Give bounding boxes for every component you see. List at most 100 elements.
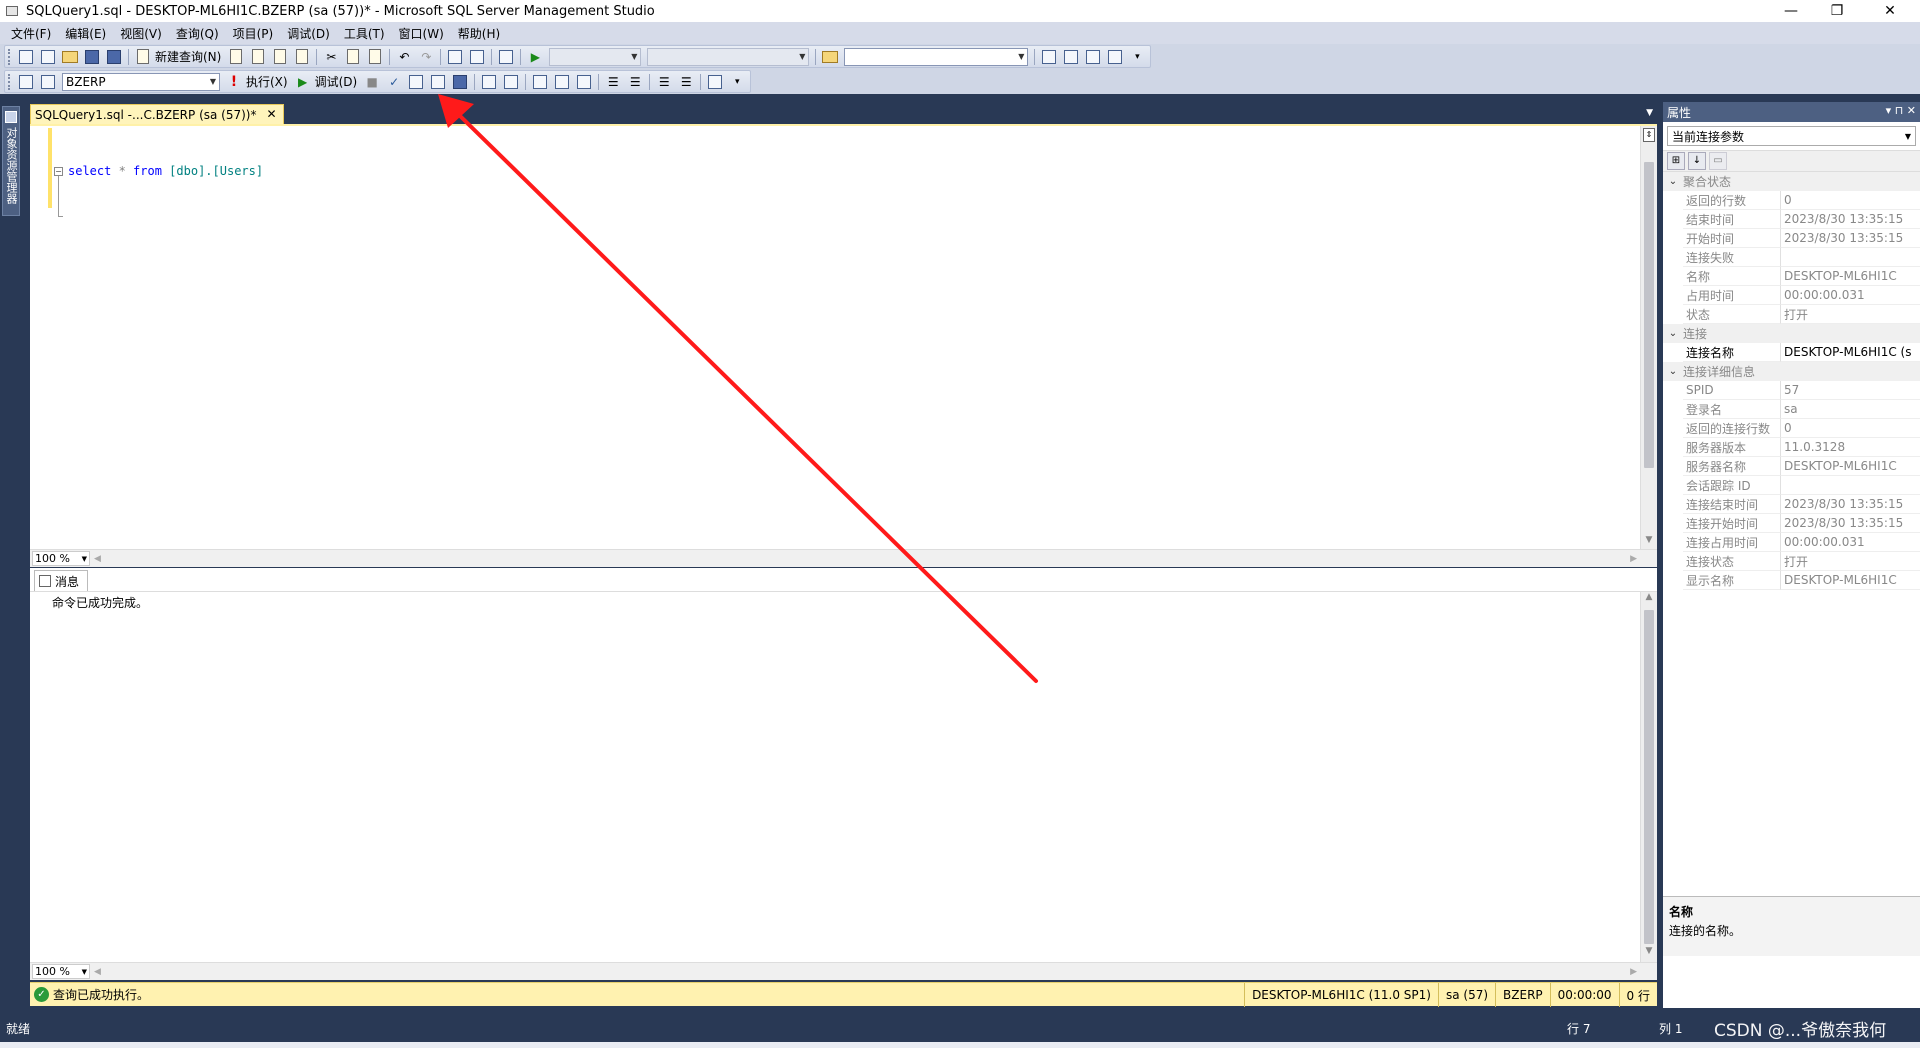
navigate-backward-icon[interactable] — [446, 48, 464, 66]
property-category[interactable]: ⌄ 连接 — [1663, 324, 1920, 343]
open-file-icon[interactable] — [61, 48, 79, 66]
property-row[interactable]: 连接状态 打开 — [1663, 552, 1920, 571]
add-item-icon[interactable] — [39, 48, 57, 66]
parse-icon[interactable]: ✓ — [385, 73, 403, 91]
undo-icon[interactable]: ↶ — [395, 48, 413, 66]
toolbar-grip[interactable] — [8, 48, 12, 65]
property-row[interactable]: 连接占用时间 00:00:00.031 — [1663, 533, 1920, 552]
property-row[interactable]: 结束时间 2023/8/30 13:35:15 — [1663, 210, 1920, 229]
alphabetical-icon[interactable]: ↓ — [1688, 152, 1706, 170]
database-engine-query-icon[interactable] — [227, 48, 245, 66]
activity-monitor-icon[interactable] — [497, 48, 515, 66]
client-statistics-icon[interactable] — [531, 73, 549, 91]
execute-icon[interactable]: ! — [225, 73, 243, 91]
minimize-button[interactable]: — — [1768, 0, 1814, 22]
scrollbar-thumb[interactable] — [1644, 162, 1654, 468]
property-category[interactable]: ⌄ 聚合状态 — [1663, 172, 1920, 191]
decrease-indent-icon[interactable]: ☰ — [655, 73, 673, 91]
find-in-files-icon[interactable] — [821, 48, 839, 66]
query-designer-icon[interactable] — [429, 73, 447, 91]
scroll-right-icon[interactable]: ▶ — [1630, 967, 1637, 977]
menu-file[interactable]: 文件(F) — [4, 25, 58, 42]
find-combo[interactable]: ▼ — [844, 47, 1029, 66]
property-row[interactable]: 连接名称 DESKTOP-ML6HI1C (s — [1663, 343, 1920, 362]
menu-tools[interactable]: 工具(T) — [337, 25, 392, 42]
properties-object-combo[interactable]: 当前连接参数 ▼ — [1667, 126, 1916, 146]
menu-debug[interactable]: 调试(D) — [280, 25, 337, 42]
property-row[interactable]: SPID 57 — [1663, 381, 1920, 400]
property-row[interactable]: 连接结束时间 2023/8/30 13:35:15 — [1663, 495, 1920, 514]
property-row[interactable]: 会话跟踪 ID — [1663, 476, 1920, 495]
execute-button[interactable]: 执行(X) — [246, 73, 288, 90]
object-explorer-tab[interactable]: 对象资源管理器 — [2, 106, 20, 216]
new-query-button[interactable]: 新建查询(N) — [155, 48, 221, 65]
start-debugging-icon[interactable]: ▶ — [526, 48, 544, 66]
analysis-mdx-query-icon[interactable] — [249, 48, 267, 66]
results-to-grid-icon[interactable] — [575, 73, 593, 91]
debug-button[interactable]: 调试(D) — [315, 73, 358, 90]
property-row[interactable]: 状态 打开 — [1663, 305, 1920, 324]
comment-lines-icon[interactable]: ☰ — [604, 73, 622, 91]
editor-vertical-scrollbar[interactable]: ⇕ ▼ — [1640, 126, 1657, 551]
messages-pane[interactable]: 命令已成功完成。 ▲ ▼ — [30, 592, 1657, 962]
uncomment-lines-icon[interactable]: ☰ — [626, 73, 644, 91]
display-estimated-plan-icon[interactable] — [407, 73, 425, 91]
include-actual-plan-icon[interactable] — [502, 73, 520, 91]
tab-messages[interactable]: 消息 — [34, 570, 89, 591]
scroll-down-icon[interactable]: ▼ — [1641, 946, 1657, 962]
collapse-region-icon[interactable]: − — [54, 167, 63, 176]
cancel-execution-icon[interactable]: ■ — [363, 73, 381, 91]
debug-play-icon[interactable]: ▶ — [294, 73, 312, 91]
toolbar-options-icon[interactable]: ▾ — [728, 73, 746, 91]
intellisense-icon[interactable] — [480, 73, 498, 91]
new-query-icon[interactable] — [134, 48, 152, 66]
specify-template-values-icon[interactable] — [706, 73, 724, 91]
results-vertical-scrollbar[interactable]: ▲ ▼ — [1640, 592, 1657, 962]
results-to-text-icon[interactable] — [553, 73, 571, 91]
scroll-left-icon[interactable]: ◀ — [94, 554, 101, 564]
menu-query[interactable]: 查询(Q) — [169, 25, 226, 42]
toolbar-options-icon[interactable]: ▾ — [1128, 48, 1146, 66]
property-row[interactable]: 登录名 sa — [1663, 400, 1920, 419]
categorized-icon[interactable]: ⊞ — [1667, 152, 1685, 170]
property-row[interactable]: 服务器名称 DESKTOP-ML6HI1C — [1663, 457, 1920, 476]
redo-icon[interactable]: ↷ — [417, 48, 435, 66]
toolbar-grip[interactable] — [8, 73, 12, 90]
copy-icon[interactable] — [344, 48, 362, 66]
property-row[interactable]: 返回的行数 0 — [1663, 191, 1920, 210]
collapse-category-icon[interactable]: ⌄ — [1663, 176, 1683, 187]
query-editor[interactable]: − select * from [dbo].[Users] ⇕ ▼ — [30, 124, 1657, 551]
paste-icon[interactable] — [366, 48, 384, 66]
collapse-category-icon[interactable]: ⌄ — [1663, 366, 1683, 377]
available-databases-combo[interactable]: BZERP ▼ — [62, 72, 220, 91]
scroll-up-icon[interactable]: ▲ — [1641, 592, 1657, 608]
save-all-icon[interactable] — [105, 48, 123, 66]
property-row[interactable]: 返回的连接行数 0 — [1663, 419, 1920, 438]
code-line-1[interactable]: select * from [dbo].[Users] — [68, 164, 263, 178]
analysis-xmla-query-icon[interactable] — [293, 48, 311, 66]
properties-window-controls[interactable]: ▾ ⊓ ✕ — [1886, 104, 1916, 117]
registered-servers-icon[interactable] — [1040, 48, 1058, 66]
navigate-forward-icon[interactable] — [468, 48, 486, 66]
increase-indent-icon[interactable]: ☰ — [677, 73, 695, 91]
maximize-button[interactable]: ❐ — [1814, 0, 1860, 22]
solution-platform-combo[interactable]: ▼ — [647, 47, 810, 66]
active-files-dropdown-icon[interactable]: ▼ — [1646, 108, 1653, 118]
tab-sqlquery1[interactable]: SQLQuery1.sql -...C.BZERP (sa (57))* ✕ — [30, 104, 284, 124]
property-category[interactable]: ⌄ 连接详细信息 — [1663, 362, 1920, 381]
editor-zoom-combo[interactable]: 100 % ▼ — [32, 551, 90, 566]
scroll-right-icon[interactable]: ▶ — [1630, 554, 1637, 564]
property-row[interactable]: 名称 DESKTOP-ML6HI1C — [1663, 267, 1920, 286]
split-editor-icon[interactable]: ⇕ — [1643, 128, 1655, 142]
property-row[interactable]: 开始时间 2023/8/30 13:35:15 — [1663, 229, 1920, 248]
scrollbar-thumb[interactable] — [1644, 610, 1654, 944]
property-row[interactable]: 占用时间 00:00:00.031 — [1663, 286, 1920, 305]
menu-help[interactable]: 帮助(H) — [451, 25, 507, 42]
menu-window[interactable]: 窗口(W) — [392, 25, 451, 42]
scroll-left-icon[interactable]: ◀ — [94, 967, 101, 977]
query-options-icon[interactable] — [451, 73, 469, 91]
property-row[interactable]: 连接失败 — [1663, 248, 1920, 267]
connect-icon[interactable] — [17, 73, 35, 91]
analysis-dmx-query-icon[interactable] — [271, 48, 289, 66]
cut-icon[interactable]: ✂ — [322, 48, 340, 66]
